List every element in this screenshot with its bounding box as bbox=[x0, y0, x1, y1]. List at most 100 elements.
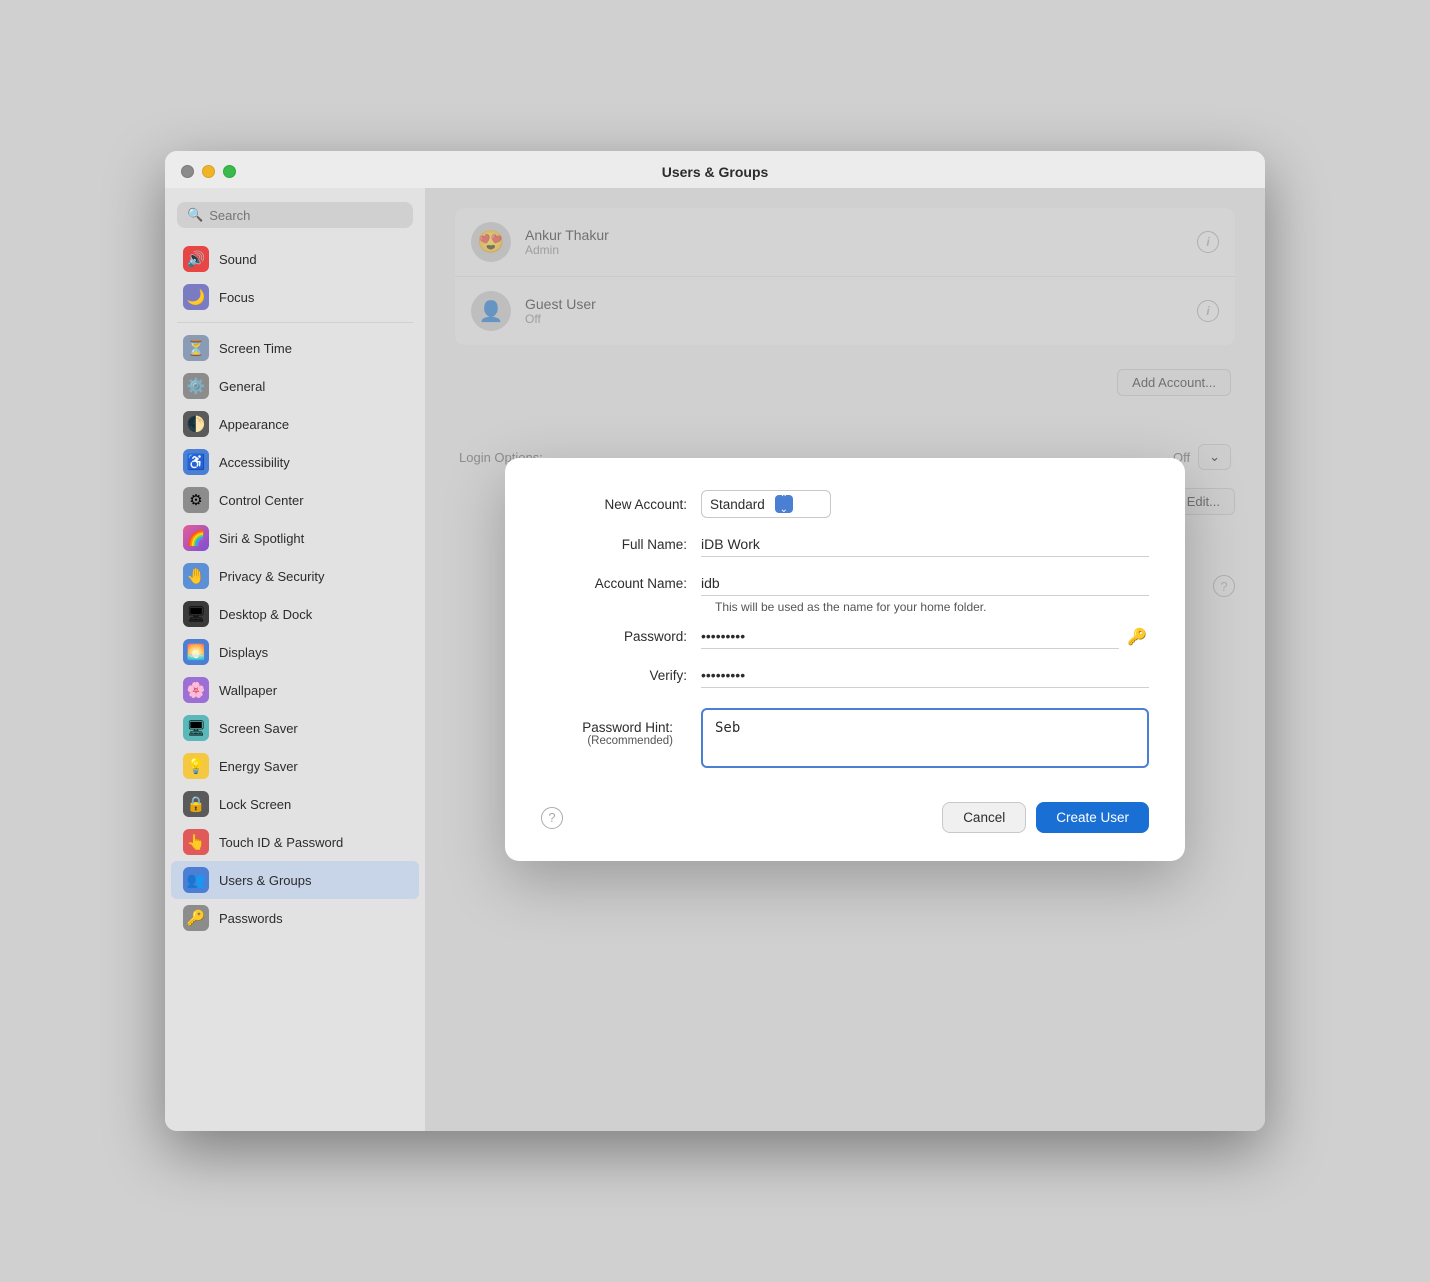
sidebar-item-privacy-security[interactable]: 🤚 Privacy & Security bbox=[171, 557, 419, 595]
password-input[interactable] bbox=[701, 624, 1119, 649]
full-name-label: Full Name: bbox=[541, 537, 701, 552]
screen-saver-icon: 🖥 bbox=[183, 715, 209, 741]
full-name-input[interactable] bbox=[701, 532, 1149, 557]
password-row: Password: 🔑 bbox=[541, 624, 1149, 649]
search-input[interactable] bbox=[209, 208, 403, 223]
privacy-security-icon: 🤚 bbox=[183, 563, 209, 589]
passwords-icon: 🔑 bbox=[183, 905, 209, 931]
sidebar-label-screen-saver: Screen Saver bbox=[219, 721, 298, 736]
sidebar-item-focus[interactable]: 🌙 Focus bbox=[171, 278, 419, 316]
sidebar-item-accessibility[interactable]: ♿ Accessibility bbox=[171, 443, 419, 481]
sidebar-item-passwords[interactable]: 🔑 Passwords bbox=[171, 899, 419, 937]
sidebar-label-users-groups: Users & Groups bbox=[219, 873, 311, 888]
accessibility-icon: ♿ bbox=[183, 449, 209, 475]
search-icon: 🔍 bbox=[187, 207, 203, 223]
sidebar-items-container: 🔊 Sound 🌙 Focus ⏳ Screen Time ⚙️ General 🌓 Appear… bbox=[165, 240, 425, 937]
title-bar: Users & Groups bbox=[165, 151, 1265, 188]
sidebar-item-touch-id-password[interactable]: 👆 Touch ID & Password bbox=[171, 823, 419, 861]
new-account-modal: New Account: Standard ⌃⌄ Full Name: bbox=[505, 458, 1185, 861]
sidebar-label-passwords: Passwords bbox=[219, 911, 283, 926]
general-icon: ⚙️ bbox=[183, 373, 209, 399]
account-name-label: Account Name: bbox=[541, 576, 701, 591]
desktop-dock-icon: 🖥 bbox=[183, 601, 209, 627]
modal-footer-buttons: Cancel Create User bbox=[942, 802, 1149, 833]
main-window: Users & Groups 🔍 🔊 Sound 🌙 Focus ⏳ Screen Tim… bbox=[165, 151, 1265, 1131]
new-account-dropdown[interactable]: Standard ⌃⌄ bbox=[701, 490, 831, 518]
cancel-button[interactable]: Cancel bbox=[942, 802, 1026, 833]
sidebar-item-screen-time[interactable]: ⏳ Screen Time bbox=[171, 329, 419, 367]
password-key-icon[interactable]: 🔑 bbox=[1125, 625, 1149, 649]
displays-icon: 🌅 bbox=[183, 639, 209, 665]
control-center-icon: ⚙ bbox=[183, 487, 209, 513]
sidebar-label-desktop-dock: Desktop & Dock bbox=[219, 607, 312, 622]
sidebar-item-appearance[interactable]: 🌓 Appearance bbox=[171, 405, 419, 443]
new-account-label: New Account: bbox=[541, 497, 701, 512]
sidebar-label-siri-spotlight: Siri & Spotlight bbox=[219, 531, 304, 546]
sidebar-item-energy-saver[interactable]: 💡 Energy Saver bbox=[171, 747, 419, 785]
sidebar-item-screen-saver[interactable]: 🖥 Screen Saver bbox=[171, 709, 419, 747]
sidebar-item-general[interactable]: ⚙️ General bbox=[171, 367, 419, 405]
sidebar-item-users-groups[interactable]: 👥 Users & Groups bbox=[171, 861, 419, 899]
wallpaper-icon: 🌸 bbox=[183, 677, 209, 703]
sidebar-label-wallpaper: Wallpaper bbox=[219, 683, 277, 698]
sidebar-item-siri-spotlight[interactable]: 🌈 Siri & Spotlight bbox=[171, 519, 419, 557]
password-row-inner: 🔑 bbox=[701, 624, 1149, 649]
content-area: 😍 Ankur Thakur Admin i 👤 Guest User Off … bbox=[425, 188, 1265, 1131]
password-hint-label: Password Hint: bbox=[527, 720, 687, 735]
sidebar-item-lock-screen[interactable]: 🔒 Lock Screen bbox=[171, 785, 419, 823]
account-name-input[interactable] bbox=[701, 571, 1149, 596]
sidebar-item-sound[interactable]: 🔊 Sound bbox=[171, 240, 419, 278]
sidebar-label-energy-saver: Energy Saver bbox=[219, 759, 298, 774]
sound-icon: 🔊 bbox=[183, 246, 209, 272]
new-account-value: Standard bbox=[710, 497, 765, 512]
account-name-hint: This will be used as the name for your h… bbox=[715, 600, 1149, 614]
sidebar-item-wallpaper[interactable]: 🌸 Wallpaper bbox=[171, 671, 419, 709]
appearance-icon: 🌓 bbox=[183, 411, 209, 437]
verify-input[interactable] bbox=[701, 663, 1149, 688]
sidebar-label-control-center: Control Center bbox=[219, 493, 304, 508]
verify-label: Verify: bbox=[541, 668, 701, 683]
traffic-lights bbox=[181, 165, 236, 178]
sidebar-item-displays[interactable]: 🌅 Displays bbox=[171, 633, 419, 671]
sidebar-label-accessibility: Accessibility bbox=[219, 455, 290, 470]
lock-screen-icon: 🔒 bbox=[183, 791, 209, 817]
window-title: Users & Groups bbox=[662, 164, 769, 180]
password-hint-input[interactable] bbox=[701, 708, 1149, 768]
sidebar-item-desktop-dock[interactable]: 🖥 Desktop & Dock bbox=[171, 595, 419, 633]
sidebar: 🔍 🔊 Sound 🌙 Focus ⏳ Screen Time ⚙️ General 🌓 Appe… bbox=[165, 188, 425, 1131]
sidebar-label-screen-time: Screen Time bbox=[219, 341, 292, 356]
energy-saver-icon: 💡 bbox=[183, 753, 209, 779]
siri-spotlight-icon: 🌈 bbox=[183, 525, 209, 551]
sidebar-label-touch-id-password: Touch ID & Password bbox=[219, 835, 343, 850]
sidebar-label-displays: Displays bbox=[219, 645, 268, 660]
sidebar-label-focus: Focus bbox=[219, 290, 254, 305]
modal-help-button[interactable]: ? bbox=[541, 807, 563, 829]
touch-id-password-icon: 👆 bbox=[183, 829, 209, 855]
password-hint-sublabel: (Recommended) bbox=[527, 735, 687, 747]
hint-label-block: Password Hint: (Recommended) bbox=[541, 708, 701, 747]
dropdown-arrow-icon: ⌃⌄ bbox=[775, 495, 793, 513]
search-box[interactable]: 🔍 bbox=[177, 202, 413, 228]
screen-time-icon: ⏳ bbox=[183, 335, 209, 361]
sidebar-divider-1 bbox=[177, 322, 413, 323]
close-button[interactable] bbox=[181, 165, 194, 178]
maximize-button[interactable] bbox=[223, 165, 236, 178]
sidebar-item-control-center[interactable]: ⚙ Control Center bbox=[171, 481, 419, 519]
verify-row: Verify: bbox=[541, 663, 1149, 688]
focus-icon: 🌙 bbox=[183, 284, 209, 310]
sidebar-label-appearance: Appearance bbox=[219, 417, 289, 432]
modal-form: New Account: Standard ⌃⌄ Full Name: bbox=[541, 490, 1149, 782]
sidebar-label-general: General bbox=[219, 379, 265, 394]
sidebar-label-privacy-security: Privacy & Security bbox=[219, 569, 324, 584]
sidebar-label-lock-screen: Lock Screen bbox=[219, 797, 291, 812]
sidebar-label-sound: Sound bbox=[219, 252, 257, 267]
minimize-button[interactable] bbox=[202, 165, 215, 178]
create-user-button[interactable]: Create User bbox=[1036, 802, 1149, 833]
password-hint-row: Password Hint: (Recommended) bbox=[541, 708, 1149, 768]
new-account-row: New Account: Standard ⌃⌄ bbox=[541, 490, 1149, 518]
main-layout: 🔍 🔊 Sound 🌙 Focus ⏳ Screen Time ⚙️ General 🌓 Appe… bbox=[165, 188, 1265, 1131]
users-groups-icon: 👥 bbox=[183, 867, 209, 893]
modal-overlay: New Account: Standard ⌃⌄ Full Name: bbox=[425, 188, 1265, 1131]
password-label: Password: bbox=[541, 629, 701, 644]
account-name-row: Account Name: bbox=[541, 571, 1149, 596]
